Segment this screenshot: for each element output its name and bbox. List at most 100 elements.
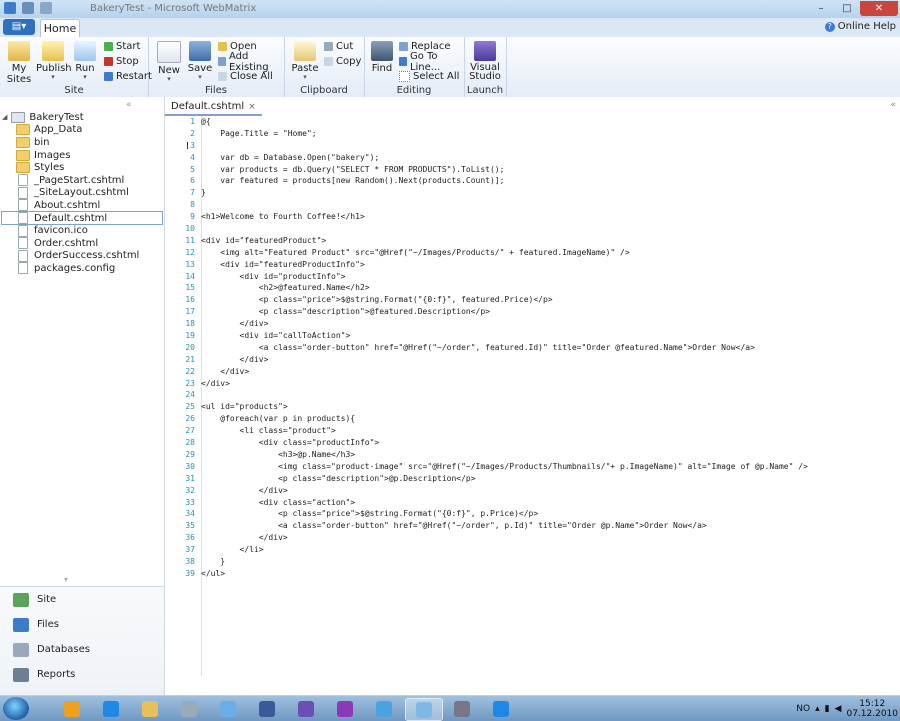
volume-icon[interactable]: ◀ bbox=[835, 704, 842, 714]
tree-item[interactable]: bin bbox=[2, 136, 162, 149]
tab-home[interactable]: Home bbox=[40, 19, 80, 38]
tree-item[interactable]: _SiteLayout.cshtml bbox=[2, 186, 162, 200]
tree-item[interactable]: App_Data bbox=[2, 124, 162, 137]
save-quick-icon[interactable] bbox=[22, 2, 34, 14]
expand-arrow-icon[interactable]: ◢ bbox=[2, 113, 7, 121]
undo-icon[interactable] bbox=[40, 2, 52, 14]
visual-studio-icon bbox=[474, 41, 496, 61]
ribbon-group-site: My Sites Publish ▾ Run ▾ Start Stop Rest… bbox=[0, 37, 152, 97]
tree-item[interactable]: packages.config bbox=[2, 262, 162, 275]
clock[interactable]: 15:12 07.12.2010 bbox=[846, 699, 898, 719]
line-number: 15 bbox=[185, 283, 195, 293]
doc-tab-close-icon[interactable]: × bbox=[248, 102, 256, 112]
line-number: 9 bbox=[190, 212, 195, 222]
tree-item[interactable]: favicon.ico bbox=[2, 224, 162, 237]
language-indicator[interactable]: NO bbox=[796, 704, 810, 714]
taskbar-app[interactable] bbox=[132, 698, 168, 719]
save-dropdown-icon: ▾ bbox=[198, 73, 202, 81]
taskbar-app[interactable] bbox=[210, 698, 246, 719]
collapse-panel-icon[interactable]: « bbox=[126, 100, 132, 110]
publish-button[interactable]: Publish ▾ bbox=[36, 41, 72, 81]
run-button[interactable]: Run ▾ bbox=[68, 41, 102, 81]
line-number: 11 bbox=[185, 235, 195, 245]
line-number: 35 bbox=[185, 521, 195, 531]
my-sites-button[interactable]: My Sites bbox=[2, 41, 36, 85]
stop-button[interactable]: Stop bbox=[104, 55, 139, 68]
taskbar-app[interactable] bbox=[405, 698, 443, 721]
go-to-line-button[interactable]: Go To Line... bbox=[399, 51, 464, 73]
app-icon[interactable] bbox=[4, 2, 16, 14]
add-existing-icon bbox=[218, 57, 226, 66]
code-line: 4 var db = Database.Open("bakery"); bbox=[165, 152, 900, 164]
start-menu-button[interactable] bbox=[3, 697, 29, 720]
tab-default-cshtml[interactable]: Default.cshtml × bbox=[165, 99, 262, 116]
workspace-reports[interactable]: Reports bbox=[0, 662, 164, 687]
new-button[interactable]: New ▾ bbox=[152, 41, 186, 83]
tree-item[interactable]: _PageStart.cshtml bbox=[2, 174, 162, 187]
line-number: 13 bbox=[185, 259, 195, 269]
save-button[interactable]: Save ▾ bbox=[183, 41, 217, 81]
taskbar-app[interactable] bbox=[93, 698, 129, 719]
paste-button[interactable]: Paste ▾ bbox=[288, 41, 322, 81]
tree-root[interactable]: ◢ BakeryTest bbox=[2, 111, 162, 124]
replace-icon bbox=[399, 42, 408, 51]
add-existing-button[interactable]: Add Existing bbox=[218, 51, 284, 73]
code-text: } bbox=[201, 556, 226, 566]
code-text: var db = Database.Open("bakery"); bbox=[201, 152, 380, 162]
close-all-button[interactable]: Close All bbox=[218, 70, 273, 83]
tree-item[interactable]: Default.cshtml bbox=[1, 210, 163, 226]
restart-button[interactable]: Restart bbox=[104, 70, 152, 83]
close-button[interactable]: ✕ bbox=[860, 1, 898, 16]
taskbar-app[interactable] bbox=[483, 698, 519, 719]
tree-item-label: bin bbox=[34, 136, 50, 148]
publish-dropdown-icon: ▾ bbox=[51, 73, 55, 81]
start-button[interactable]: Start bbox=[104, 40, 140, 53]
tree-item[interactable]: Styles bbox=[2, 161, 162, 174]
code-text: </li> bbox=[201, 545, 264, 555]
tree-item-label: favicon.ico bbox=[34, 225, 88, 237]
taskbar-app[interactable] bbox=[249, 698, 285, 719]
visual-studio-button[interactable]: Visual Studio bbox=[468, 41, 502, 82]
workspace-label: Databases bbox=[37, 644, 90, 655]
tray-arrow-icon[interactable]: ▴ bbox=[815, 704, 820, 714]
taskbar-app[interactable] bbox=[444, 698, 480, 719]
code-line: 21 </div> bbox=[165, 354, 900, 366]
line-number: 26 bbox=[185, 414, 195, 424]
cut-button[interactable]: Cut bbox=[324, 40, 353, 53]
select-all-button[interactable]: Select All bbox=[399, 70, 459, 83]
cut-label: Cut bbox=[336, 41, 354, 52]
tree-item[interactable]: OrderSuccess.cshtml bbox=[2, 249, 162, 263]
file-menu-button[interactable]: ▤▾ bbox=[3, 19, 35, 35]
workspace-databases[interactable]: Databases bbox=[0, 637, 164, 662]
find-button[interactable]: Find bbox=[365, 41, 399, 74]
outlook-icon bbox=[64, 700, 80, 717]
taskbar-app[interactable] bbox=[327, 698, 363, 719]
code-area[interactable]: 1 @{2 Page.Title = "Home"; 3 4 var db = Dat… bbox=[165, 116, 900, 580]
copy-button[interactable]: Copy bbox=[324, 55, 361, 68]
taskbar-app[interactable] bbox=[366, 698, 402, 719]
tree-item[interactable]: Images bbox=[2, 149, 162, 162]
code-text: </div> bbox=[201, 366, 250, 376]
taskbar-app[interactable] bbox=[288, 698, 324, 719]
network-icon[interactable]: ▮ bbox=[825, 704, 830, 714]
tree-item[interactable]: About.cshtml bbox=[2, 199, 162, 212]
code-line: 15 <h2>@featured.Name</h2> bbox=[165, 282, 900, 294]
tree-scroll-down-icon[interactable]: ▾ bbox=[64, 575, 68, 584]
minimize-button[interactable]: – bbox=[808, 1, 834, 16]
code-text: var products = db.Query("SELECT * FROM P… bbox=[201, 164, 505, 174]
line-number: 29 bbox=[185, 449, 195, 459]
taskbar-app[interactable] bbox=[54, 698, 90, 719]
code-text: @foreach(var p in products){ bbox=[201, 414, 356, 424]
save-icon bbox=[189, 41, 211, 61]
tree-item-label: Default.cshtml bbox=[34, 212, 108, 224]
workspace-files[interactable]: Files bbox=[0, 612, 164, 637]
taskbar-app[interactable] bbox=[171, 698, 207, 719]
online-help-link[interactable]: ? Online Help bbox=[824, 21, 896, 32]
code-line: 39 </ul> bbox=[165, 568, 900, 580]
line-number: 17 bbox=[185, 307, 195, 317]
ribbon: My Sites Publish ▾ Run ▾ Start Stop Rest… bbox=[0, 37, 900, 98]
editor-collapse-icon[interactable]: « bbox=[890, 100, 896, 110]
tree-item[interactable]: Order.cshtml bbox=[2, 237, 162, 250]
workspace-site[interactable]: Site bbox=[0, 587, 164, 612]
maximize-button[interactable]: □ bbox=[834, 1, 860, 16]
